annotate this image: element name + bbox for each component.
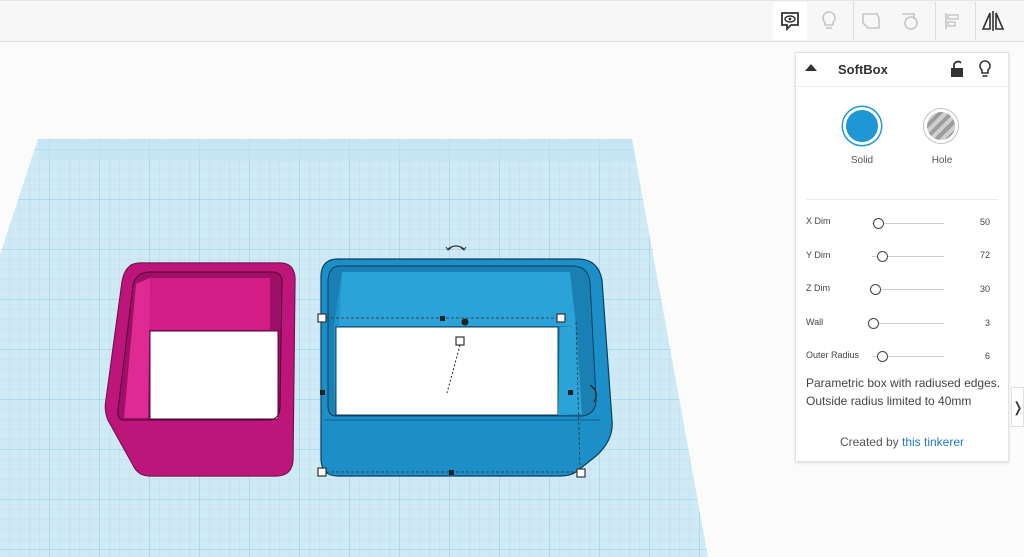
collapse-icon[interactable] — [805, 64, 817, 71]
x-dim-slider-knob[interactable] — [873, 218, 884, 229]
solid-label: Solid — [850, 155, 874, 166]
param-label: Wall — [806, 317, 824, 327]
param-label: X Dim — [806, 216, 831, 226]
notes-icon[interactable] — [853, 2, 888, 40]
group-icon[interactable] — [893, 2, 927, 40]
param-label: Z Dim — [806, 283, 830, 293]
z-dim-slider-knob[interactable] — [870, 284, 881, 295]
wall-slider-knob[interactable] — [868, 318, 879, 329]
param-label: Y Dim — [806, 250, 831, 260]
param-value: 72 — [979, 250, 990, 260]
param-value: 30 — [979, 284, 990, 294]
magenta-box — [104, 262, 296, 477]
z-dim-slider-track[interactable] — [872, 289, 944, 290]
inspector-header: SoftBox — [796, 53, 1008, 87]
shape-inspector-panel: SoftBox Solid Hole X Dim 50 Y Dim 72 Z D… — [795, 52, 1009, 462]
credit-line: Created by this tinkerer — [796, 435, 1008, 449]
lock-icon[interactable] — [948, 59, 966, 79]
show-all-icon[interactable] — [773, 2, 807, 40]
param-value: 50 — [979, 217, 990, 227]
outer-radius-slider-knob[interactable] — [877, 351, 888, 362]
lightbulb-icon[interactable] — [812, 2, 846, 40]
param-value: 6 — [984, 351, 990, 361]
hole-swatch[interactable] — [924, 109, 958, 143]
top-toolbar — [0, 0, 1024, 42]
param-label: Outer Radius — [806, 350, 860, 360]
align-icon[interactable] — [935, 2, 970, 40]
divider — [806, 199, 998, 200]
y-dim-slider-knob[interactable] — [877, 251, 888, 262]
credit-prefix: Created by — [839, 435, 899, 449]
mirror-icon[interactable] — [975, 2, 1010, 40]
lightbulb-visibility-icon[interactable] — [976, 59, 994, 79]
solid-color-swatch[interactable] — [843, 107, 881, 145]
softbox — [320, 258, 613, 477]
param-value: 3 — [984, 318, 990, 328]
hole-label: Hole — [931, 155, 953, 166]
wall-slider-track[interactable] — [872, 323, 944, 324]
author-link[interactable]: this tinkerer — [902, 435, 964, 449]
expand-panel-tab[interactable]: ❭ — [1011, 387, 1024, 427]
shape-title: SoftBox — [838, 62, 888, 77]
shape-description: Parametric box with radiused edges. Outs… — [806, 376, 1001, 408]
